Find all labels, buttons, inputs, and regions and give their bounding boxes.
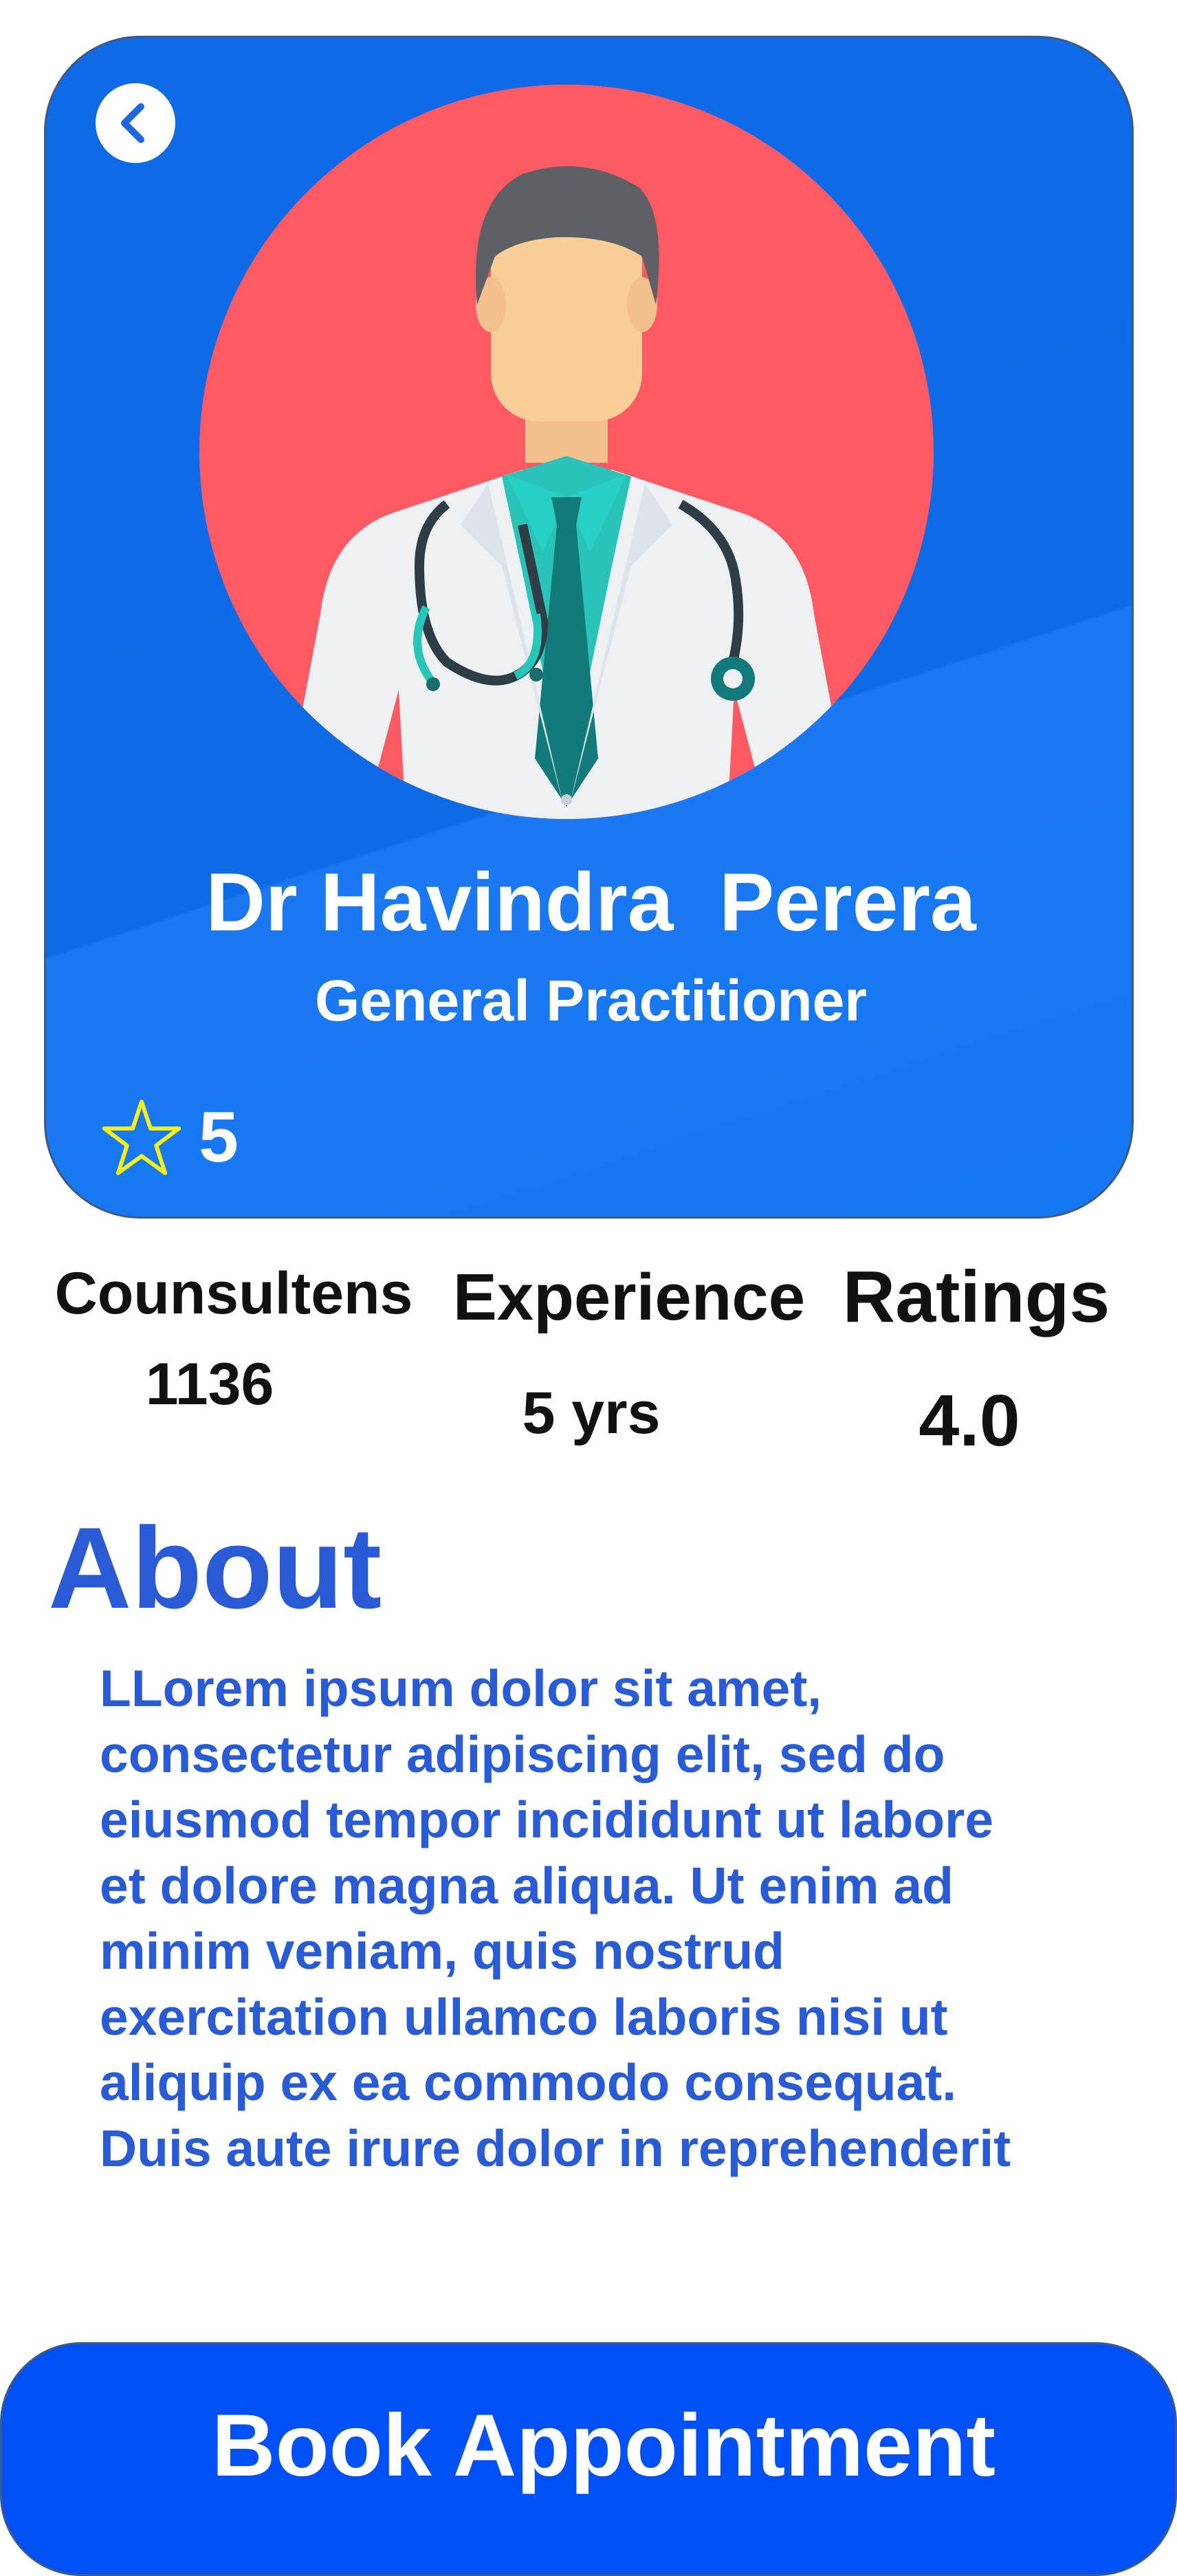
about-line: et dolore magna aliqua. Ut enim ad [100,1856,954,1914]
about-line: LLorem ipsum dolor sit amet, [100,1659,822,1717]
stat-experience-label: Experience [452,1260,806,1334]
book-appointment-button[interactable]: Book Appointment [0,2342,1177,2576]
stat-consultations-value: 1136 [145,1351,274,1417]
stat-consultations-label: Counsultens [54,1260,413,1327]
about-line: minim veniam, quis nostrud [100,1922,784,1980]
stat-ratings-label: Ratings [842,1256,1110,1338]
stat-ratings-value: 4.0 [918,1380,1020,1461]
about-text: LLorem ipsum dolor sit amet, consectetur… [100,1656,1117,2181]
rating-value: 5 [199,1098,239,1177]
about-line: consectetur adipiscing elit, sed do [100,1725,945,1783]
stat-experience-value: 5 yrs [522,1380,661,1446]
about-line: eiusmod tempor incididunt ut labore [100,1791,994,1848]
doctor-profile-card: Dr Havindra Perera General Practitioner … [44,36,1134,1219]
book-appointment-label: Book Appointment [212,2397,996,2495]
doctor-illustration [282,166,852,819]
chevron-left-icon [121,103,144,143]
back-button[interactable] [96,83,175,163]
doctor-name: Dr Havindra Perera [206,856,976,948]
doctor-specialty: General Practitioner [315,968,867,1033]
star-outline-icon [102,1100,182,1175]
about-line: exercitation ullamco laboris nisi ut [100,1987,948,2046]
doctor-avatar [199,85,934,819]
about-line: Duis aute irure dolor in reprehenderit [100,2119,1011,2177]
about-title: About [48,1503,382,1633]
about-line: aliquip ex ea commodo consequat. [100,2053,957,2111]
